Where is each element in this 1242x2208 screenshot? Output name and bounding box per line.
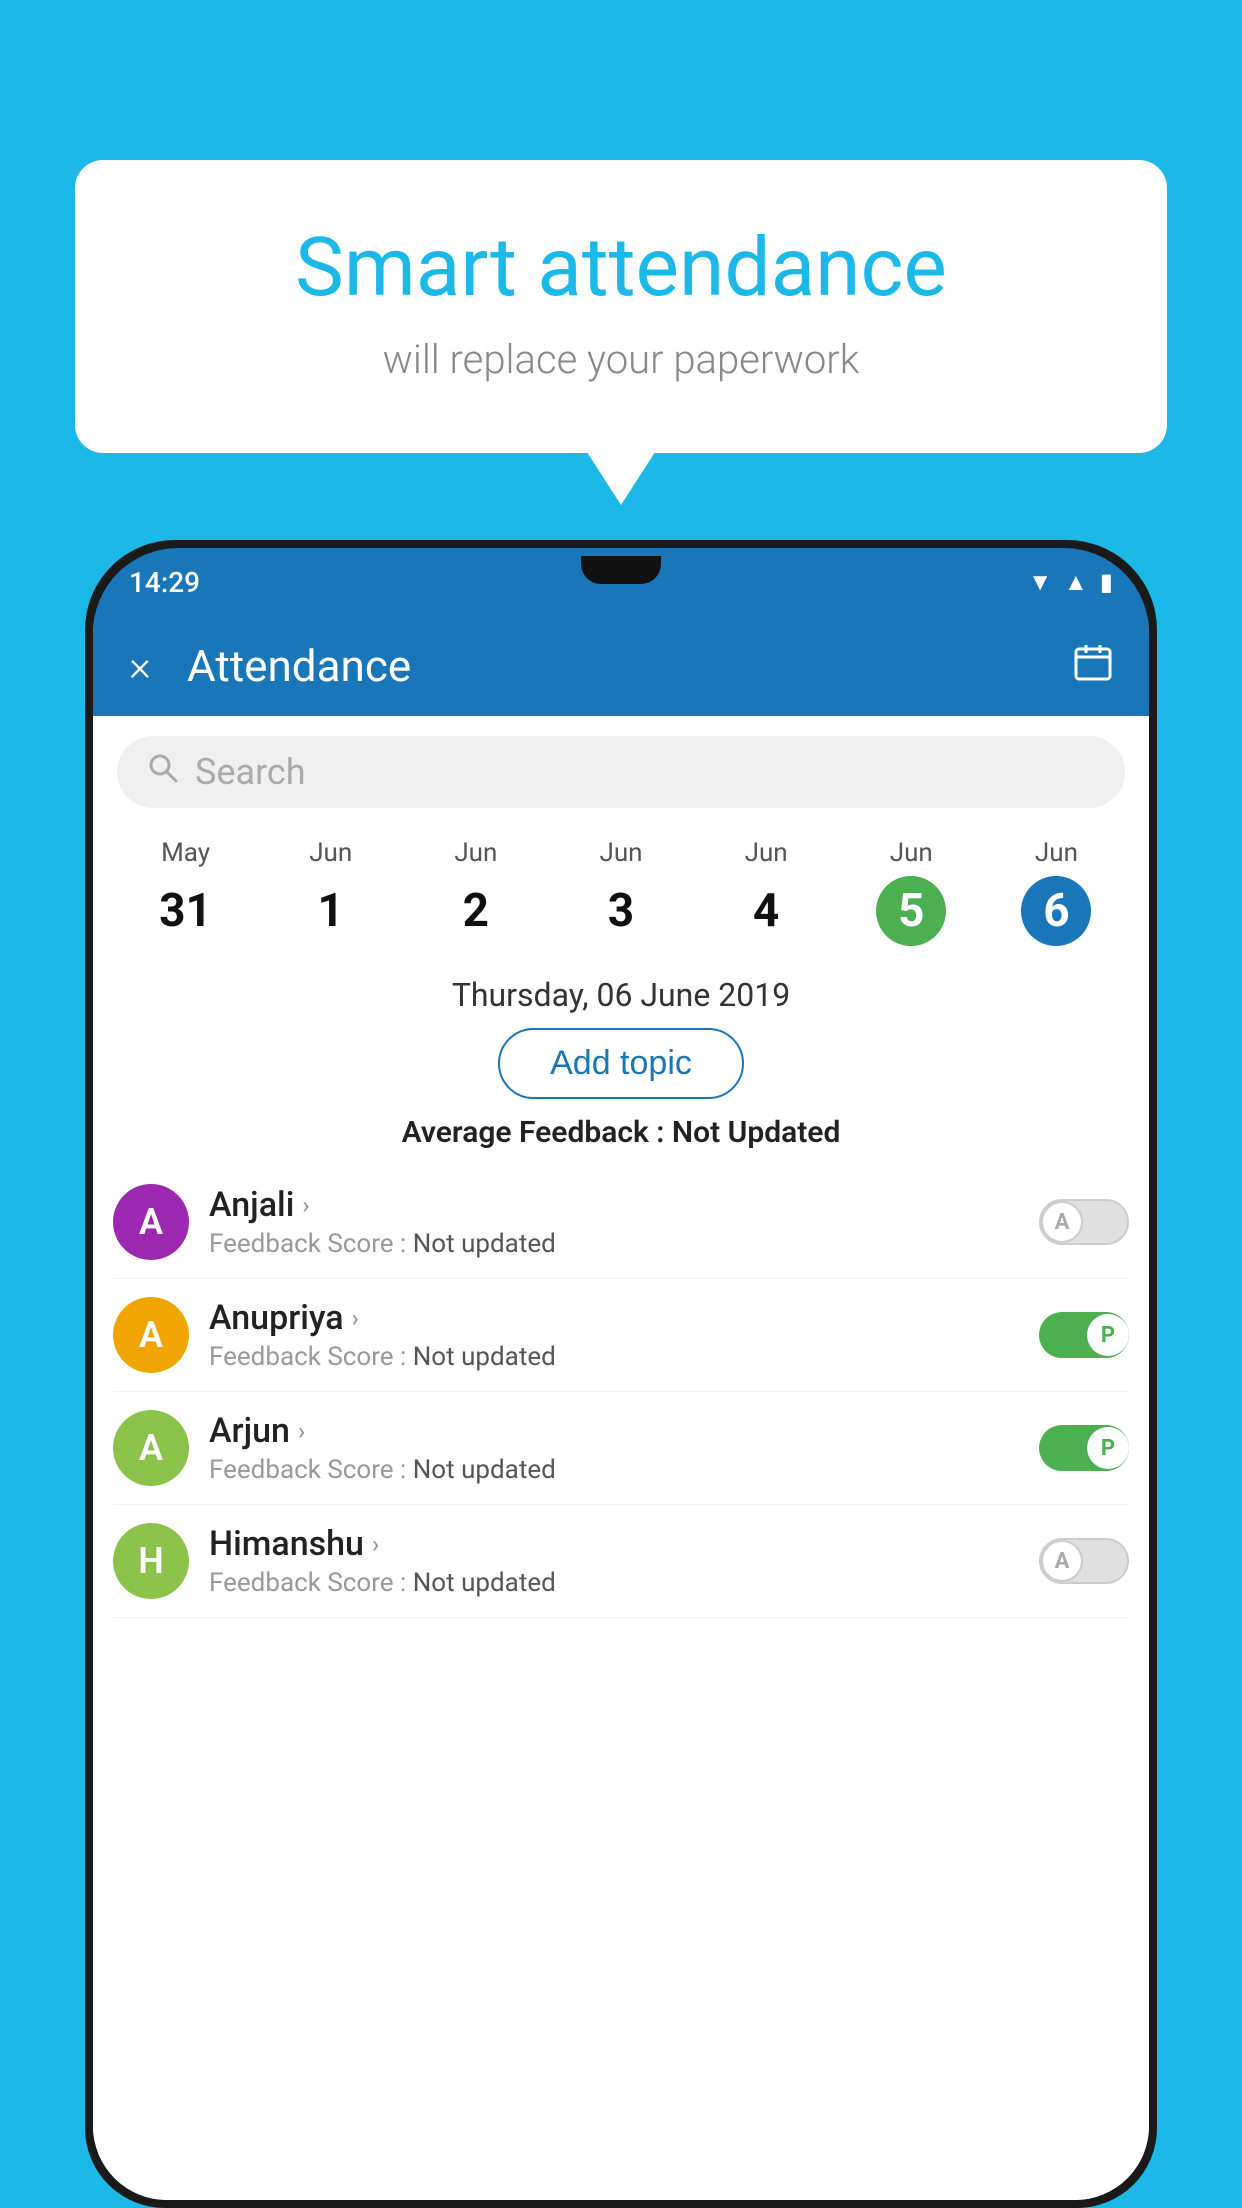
cal-date-number: 6 <box>1021 876 1091 946</box>
toggle-knob: A <box>1041 1201 1083 1243</box>
phone-inner: 14:29 ▼ ▲ ▮ × Attendance <box>93 548 1149 2200</box>
calendar-day[interactable]: Jun 2 <box>403 828 548 956</box>
add-topic-button[interactable]: Add topic <box>498 1028 744 1099</box>
calendar-day[interactable]: Jun 5 <box>839 828 984 956</box>
speech-bubble: Smart attendance will replace your paper… <box>75 160 1167 453</box>
student-row: A Anjali › Feedback Score : Not updated A <box>113 1166 1129 1279</box>
student-row: A Anupriya › Feedback Score : Not updated P <box>113 1279 1129 1392</box>
student-info[interactable]: Himanshu › Feedback Score : Not updated <box>209 1524 1019 1598</box>
toggle-knob: P <box>1087 1314 1129 1356</box>
student-feedback: Feedback Score : Not updated <box>209 1229 1019 1259</box>
chevron-right-icon: › <box>372 1530 379 1558</box>
cal-date-number: 3 <box>586 876 656 946</box>
student-info[interactable]: Anupriya › Feedback Score : Not updated <box>209 1298 1019 1372</box>
calendar-day[interactable]: Jun 1 <box>258 828 403 956</box>
calendar-icon[interactable] <box>1073 642 1113 691</box>
chevron-right-icon: › <box>352 1304 359 1332</box>
calendar-day[interactable]: Jun 3 <box>548 828 693 956</box>
student-feedback: Feedback Score : Not updated <box>209 1455 1019 1485</box>
student-row: H Himanshu › Feedback Score : Not updated A <box>113 1505 1129 1618</box>
phone-notch <box>581 556 661 584</box>
calendar-strip: May 31 Jun 1 Jun 2 Jun 3 Jun 4 Jun 5 Jun 6 <box>93 808 1149 956</box>
student-list: AAnjali ›Feedback Score : Not updatedAAA… <box>93 1166 1149 1618</box>
app-content: Search May 31 Jun 1 Jun 2 Jun 3 Jun 4 Jun 5 Jun 6 Thu… <box>93 716 1149 2200</box>
calendar-day[interactable]: May 31 <box>113 828 258 956</box>
speech-bubble-container: Smart attendance will replace your paper… <box>75 160 1167 453</box>
cal-month-label: Jun <box>262 838 399 868</box>
student-avatar: A <box>113 1410 189 1486</box>
student-info[interactable]: Anjali › Feedback Score : Not updated <box>209 1185 1019 1259</box>
search-bar[interactable]: Search <box>117 736 1125 808</box>
toggle-knob: A <box>1041 1540 1083 1582</box>
student-row: A Arjun › Feedback Score : Not updated P <box>113 1392 1129 1505</box>
cal-date-number: 4 <box>731 876 801 946</box>
cal-date-number: 31 <box>151 876 221 946</box>
cal-date-number: 2 <box>441 876 511 946</box>
student-info[interactable]: Arjun › Feedback Score : Not updated <box>209 1411 1019 1485</box>
wifi-icon: ▼ <box>1028 568 1052 597</box>
student-name[interactable]: Himanshu › <box>209 1524 1019 1564</box>
cal-month-label: Jun <box>843 838 980 868</box>
cal-date-number: 1 <box>296 876 366 946</box>
avg-feedback-value: Not Updated <box>672 1115 840 1150</box>
battery-icon: ▮ <box>1100 568 1113 596</box>
attendance-toggle[interactable]: A <box>1039 1538 1129 1584</box>
toggle-knob: P <box>1087 1427 1129 1469</box>
student-feedback: Feedback Score : Not updated <box>209 1568 1019 1598</box>
signal-icon: ▲ <box>1064 568 1088 597</box>
search-placeholder: Search <box>195 751 306 793</box>
student-name[interactable]: Arjun › <box>209 1411 1019 1451</box>
calendar-day[interactable]: Jun 6 <box>984 828 1129 956</box>
cal-month-label: May <box>117 838 254 868</box>
bubble-subtitle: will replace your paperwork <box>155 336 1087 383</box>
student-name[interactable]: Anupriya › <box>209 1298 1019 1338</box>
student-feedback: Feedback Score : Not updated <box>209 1342 1019 1372</box>
student-avatar: A <box>113 1184 189 1260</box>
status-icons: ▼ ▲ ▮ <box>1028 568 1113 597</box>
attendance-toggle[interactable]: A <box>1039 1199 1129 1245</box>
attendance-toggle[interactable]: P <box>1039 1312 1129 1358</box>
student-avatar: H <box>113 1523 189 1599</box>
cal-month-label: Jun <box>988 838 1125 868</box>
app-header: × Attendance <box>93 616 1149 716</box>
chevron-right-icon: › <box>302 1191 309 1219</box>
cal-month-label: Jun <box>407 838 544 868</box>
cal-month-label: Jun <box>698 838 835 868</box>
calendar-day[interactable]: Jun 4 <box>694 828 839 956</box>
selected-date-label: Thursday, 06 June 2019 <box>93 976 1149 1014</box>
chevron-right-icon: › <box>298 1417 305 1445</box>
cal-month-label: Jun <box>552 838 689 868</box>
search-icon <box>147 752 179 792</box>
avg-feedback-label: Average Feedback : <box>402 1115 672 1150</box>
bubble-title: Smart attendance <box>155 220 1087 316</box>
cal-date-number: 5 <box>876 876 946 946</box>
close-button[interactable]: × <box>129 642 151 691</box>
phone-frame: 14:29 ▼ ▲ ▮ × Attendance <box>85 540 1157 2208</box>
student-name[interactable]: Anjali › <box>209 1185 1019 1225</box>
average-feedback: Average Feedback : Not Updated <box>93 1115 1149 1150</box>
student-avatar: A <box>113 1297 189 1373</box>
status-time: 14:29 <box>129 566 200 599</box>
phone-screen: × Attendance <box>93 616 1149 2200</box>
attendance-toggle[interactable]: P <box>1039 1425 1129 1471</box>
app-title: Attendance <box>187 640 1073 692</box>
